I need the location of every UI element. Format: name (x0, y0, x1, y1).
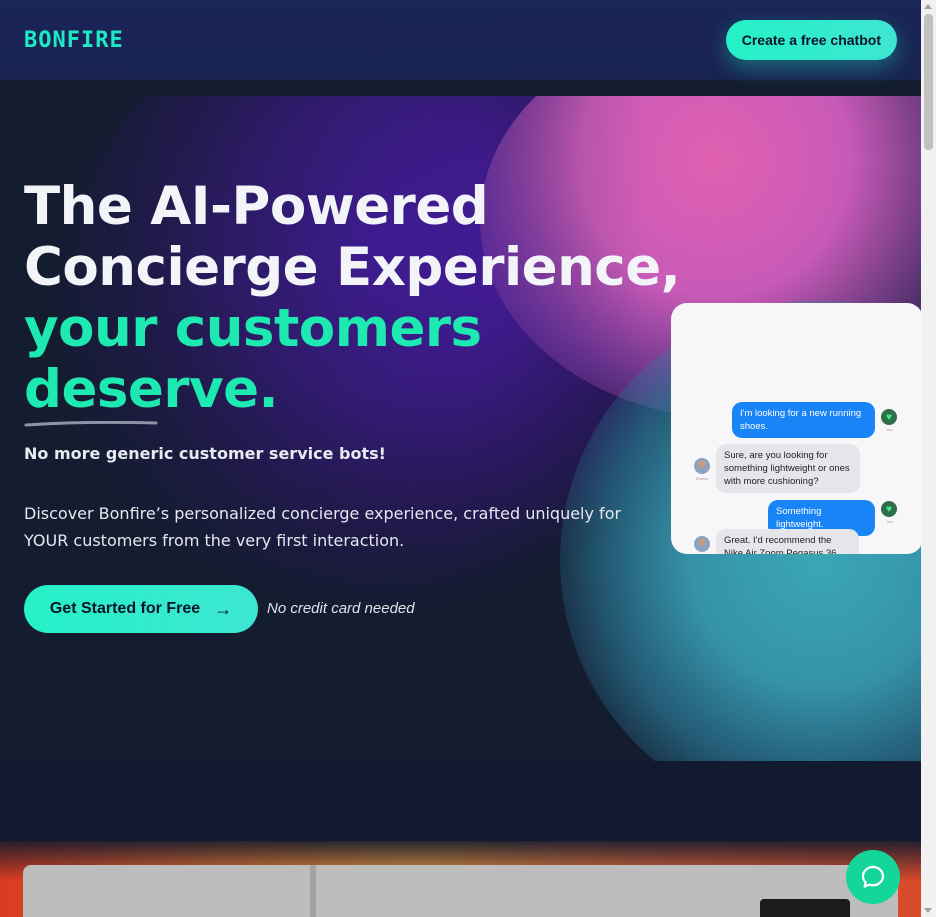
scroll-up-arrow-icon[interactable] (924, 4, 932, 9)
mockup-pill (760, 899, 850, 917)
scrollbar-thumb[interactable] (924, 14, 933, 150)
heart-icon: ♥ (881, 409, 897, 425)
bot-label-1: Emma (696, 476, 708, 481)
heart-icon: ♥ (881, 501, 897, 517)
bonfire-logo[interactable]: BONFIRE (24, 28, 124, 53)
headline-underline-stroke (24, 421, 158, 427)
hero-description: Discover Bonfire’s personalized concierg… (24, 504, 622, 550)
arrow-right-icon: → (214, 598, 233, 619)
mockup-divider (310, 865, 316, 917)
chat-message-bot-2: Great. I'd recommend the Nike Air Zoom P… (716, 529, 859, 554)
chat-bubble-icon (861, 865, 885, 888)
chat-message-user-1: I'm looking for a new running shoes. (732, 402, 875, 438)
headline-line-1: The AI-Powered (24, 176, 489, 237)
bot-avatar-2 (694, 536, 710, 552)
chat-widget-button[interactable] (846, 850, 900, 904)
page: The AI-Powered Concierge Experience, you… (0, 0, 921, 917)
no-credit-card-note: No credit card needed (267, 600, 415, 617)
user-label-2: You (886, 519, 893, 524)
hero-headline: The AI-Powered Concierge Experience, you… (24, 176, 681, 420)
headline-accent-line-1: your customers (24, 298, 482, 359)
chat-preview-card: I'm looking for a new running shoes. ♥ Y… (671, 303, 921, 554)
page-scrollbar[interactable] (921, 0, 936, 917)
headline-accent-line-2: deserve. (24, 359, 279, 420)
create-chatbot-button[interactable]: Create a free chatbot (725, 20, 897, 60)
hero-subline: No more generic customer service bots! (24, 444, 386, 463)
scroll-down-arrow-icon[interactable] (924, 908, 932, 913)
site-header: BONFIRE Create a free chatbot (0, 0, 921, 80)
bot-avatar-1 (694, 458, 710, 474)
product-preview-section (0, 761, 921, 917)
chat-message-bot-1: Sure, are you looking for something ligh… (716, 444, 860, 493)
get-started-button[interactable]: Get Started for Free → (24, 585, 258, 633)
user-label-1: You (886, 427, 893, 432)
app-preview-mockup (23, 865, 898, 917)
headline-line-2: Concierge Experience, (24, 237, 681, 298)
hero-top-band (0, 80, 921, 96)
hero-section: The AI-Powered Concierge Experience, you… (0, 80, 921, 761)
get-started-label: Get Started for Free (49, 600, 201, 617)
